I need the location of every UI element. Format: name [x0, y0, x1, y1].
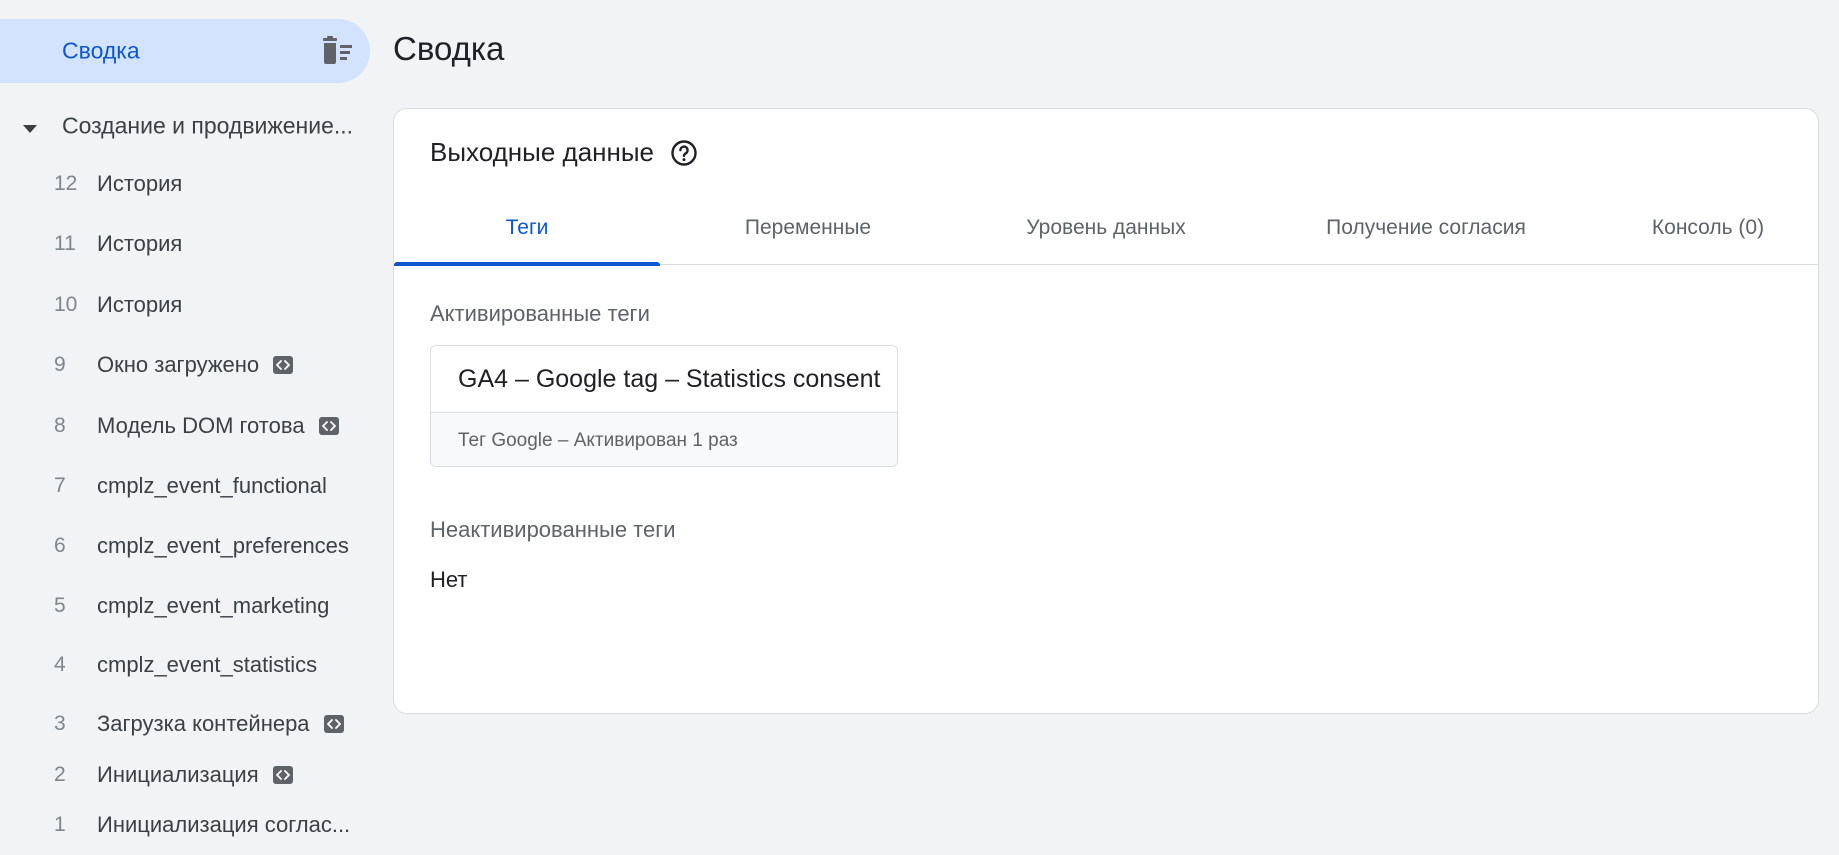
event-label-group: cmplz_event_marketing — [97, 593, 329, 619]
tag-meta: Тег Google – Активирован 1 раз — [431, 413, 897, 466]
card-title: Выходные данные — [430, 137, 655, 167]
event-name: Окно загружено — [97, 352, 260, 377]
event-name: Модель DOM готова — [97, 413, 305, 438]
event-number: 1 — [54, 813, 66, 836]
page-title: Сводка — [393, 30, 505, 67]
tab-tags[interactable]: Теги — [394, 191, 660, 266]
event-label-group: Инициализация соглас... — [97, 812, 350, 838]
not-fired-value: Нет — [430, 567, 468, 592]
event-number: 8 — [54, 414, 66, 437]
tab-label: Теги — [505, 216, 549, 239]
help-circle-icon[interactable] — [670, 139, 698, 167]
sidebar-event-item[interactable]: 10 История — [0, 283, 372, 327]
clear-all-icon[interactable] — [320, 36, 354, 66]
sidebar-event-item[interactable]: 11 История — [0, 222, 372, 266]
event-label-group: Модель DOM готова — [97, 413, 339, 439]
not-fired-tags-heading: Неактивированные теги — [430, 517, 676, 542]
event-number: 2 — [54, 763, 66, 786]
sidebar-event-item[interactable]: 6 cmplz_event_preferences — [0, 524, 372, 568]
code-icon — [272, 766, 293, 784]
event-number: 5 — [54, 594, 66, 617]
sidebar-event-item[interactable]: 4 cmplz_event_statistics — [0, 643, 372, 687]
code-icon — [318, 417, 339, 435]
sidebar-container-item[interactable]: Создание и продвижение... — [0, 104, 372, 148]
event-label-group: Загрузка контейнера — [97, 711, 344, 737]
tab-consent[interactable]: Получение согласия — [1256, 191, 1596, 265]
event-name: Загрузка контейнера — [97, 711, 310, 736]
event-label-group: cmplz_event_functional — [97, 473, 327, 499]
output-card: Выходные данные Теги Переменные Уровень … — [393, 108, 1819, 714]
event-name: cmplz_event_preferences — [97, 533, 349, 558]
event-number: 10 — [54, 293, 78, 316]
event-name: Инициализация — [97, 762, 259, 787]
code-icon — [273, 356, 294, 374]
event-number: 9 — [54, 353, 66, 376]
sidebar-event-item[interactable]: 12 История — [0, 162, 372, 206]
event-name: История — [97, 171, 183, 196]
code-icon — [323, 715, 344, 733]
tab-label: Консоль (0) — [1651, 216, 1765, 239]
event-name: cmplz_event_functional — [97, 473, 327, 498]
card-header: Выходные данные — [430, 137, 698, 168]
sidebar: Сводка Создание и продвижение... 12 Истор… — [0, 0, 372, 855]
sidebar-event-item[interactable]: 1 Инициализация соглас... — [0, 803, 372, 847]
event-number: 11 — [54, 232, 76, 255]
event-label-group: Окно загружено — [97, 352, 294, 378]
fired-tag-card[interactable]: GA4 – Google tag – Statistics consent Те… — [430, 345, 898, 467]
sidebar-event-item[interactable]: 3 Загрузка контейнера — [0, 702, 372, 746]
event-number: 12 — [54, 172, 78, 195]
sidebar-event-item[interactable]: 9 Окно загружено — [0, 343, 372, 387]
sidebar-item-summary[interactable]: Сводка — [0, 19, 370, 83]
sidebar-event-item[interactable]: 8 Модель DOM готова — [0, 404, 372, 448]
event-label-group: История — [97, 231, 182, 257]
fired-tags-heading: Активированные теги — [430, 301, 650, 326]
caret-down-icon[interactable] — [22, 121, 38, 133]
tab-console[interactable]: Консоль (0) — [1596, 191, 1818, 265]
event-label-group: Инициализация — [97, 762, 293, 788]
tab-variables[interactable]: Переменные — [660, 191, 956, 265]
event-name: cmplz_event_marketing — [97, 593, 330, 618]
tab-data-layer[interactable]: Уровень данных — [956, 191, 1256, 265]
event-label-group: История — [97, 171, 182, 197]
event-number: 7 — [54, 474, 66, 497]
event-number: 3 — [54, 712, 66, 735]
event-name: История — [97, 292, 183, 317]
event-label-group: cmplz_event_preferences — [97, 533, 349, 559]
tab-bar: Теги Переменные Уровень данных Получение… — [394, 191, 1818, 266]
sidebar-container-label: Создание и продвижение... — [62, 112, 354, 139]
tab-label: Получение согласия — [1326, 216, 1526, 239]
event-label-group: cmplz_event_statistics — [97, 652, 317, 678]
event-name: cmplz_event_statistics — [97, 652, 318, 677]
tag-name: GA4 – Google tag – Statistics consent — [431, 346, 897, 413]
event-name: Инициализация соглас... — [97, 812, 351, 837]
event-number: 4 — [54, 653, 66, 676]
tab-label: Уровень данных — [1026, 216, 1186, 239]
sidebar-event-item[interactable]: 2 Инициализация — [0, 753, 372, 797]
sidebar-event-item[interactable]: 5 cmplz_event_marketing — [0, 584, 372, 628]
sidebar-event-item[interactable]: 7 cmplz_event_functional — [0, 464, 372, 508]
event-number: 6 — [54, 534, 66, 557]
event-label-group: История — [97, 292, 182, 318]
tab-label: Переменные — [744, 216, 872, 239]
sidebar-summary-label: Сводка — [62, 37, 140, 64]
event-name: История — [97, 231, 183, 256]
